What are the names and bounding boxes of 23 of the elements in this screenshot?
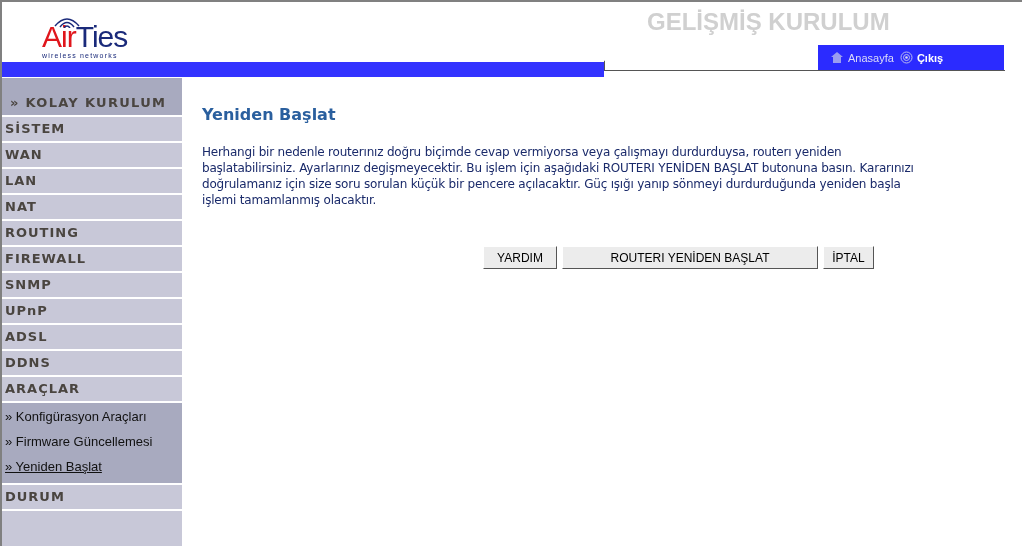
sidebar-item[interactable]: NAT	[2, 195, 182, 221]
sidebar-item[interactable]: ADSL	[2, 325, 182, 351]
submenu-item[interactable]: » Konfigürasyon Araçları	[2, 406, 182, 431]
sidebar-item[interactable]: UPnP	[2, 299, 182, 325]
action-button[interactable]: İPTAL	[823, 246, 874, 269]
sidebar-item[interactable]: FIREWALL	[2, 247, 182, 273]
logout-link[interactable]: Çıkış	[899, 51, 944, 64]
sidebar-item[interactable]: DURUM	[2, 485, 182, 511]
sidebar-item[interactable]: SNMP	[2, 273, 182, 299]
action-button[interactable]: ROUTERI YENİDEN BAŞLAT	[562, 246, 818, 269]
sidebar-item[interactable]: ROUTING	[2, 221, 182, 247]
submenu-item[interactable]: » Firmware Güncellemesi	[2, 431, 182, 456]
sidebar-item[interactable]: WAN	[2, 143, 182, 169]
submenu-item[interactable]: » Yeniden Başlat	[2, 456, 182, 481]
sidebar-item[interactable]: LAN	[2, 169, 182, 195]
section-title: Yeniden Başlat	[202, 105, 337, 124]
sidebar-item[interactable]: SİSTEM	[2, 117, 182, 143]
sidebar-item[interactable]: DDNS	[2, 351, 182, 377]
description-text: Herhangi bir nedenle routerınız doğru biçimde cevap vermiyorsa veya çalışmayı durdurduysa, routerı yeniden başlatabilirsiniz. Ayarlarınız degişmeyecektir. Bu işlem için aşağıdaki ROUTERI YENİDEN BAŞLAT butonuna basın. Kararınızı doğrulamanız için size soru sorulan küçük bir pencere açılacaktır. Güç ışığı yanıp sönmeyi durdurduğunda yeniden başla işlemi tamamlanmış olacaktır.	[202, 144, 915, 208]
home-link[interactable]: Anasayfa	[830, 51, 894, 64]
house-icon	[830, 51, 844, 64]
target-icon	[899, 51, 913, 64]
action-button[interactable]: YARDIM	[483, 246, 557, 269]
